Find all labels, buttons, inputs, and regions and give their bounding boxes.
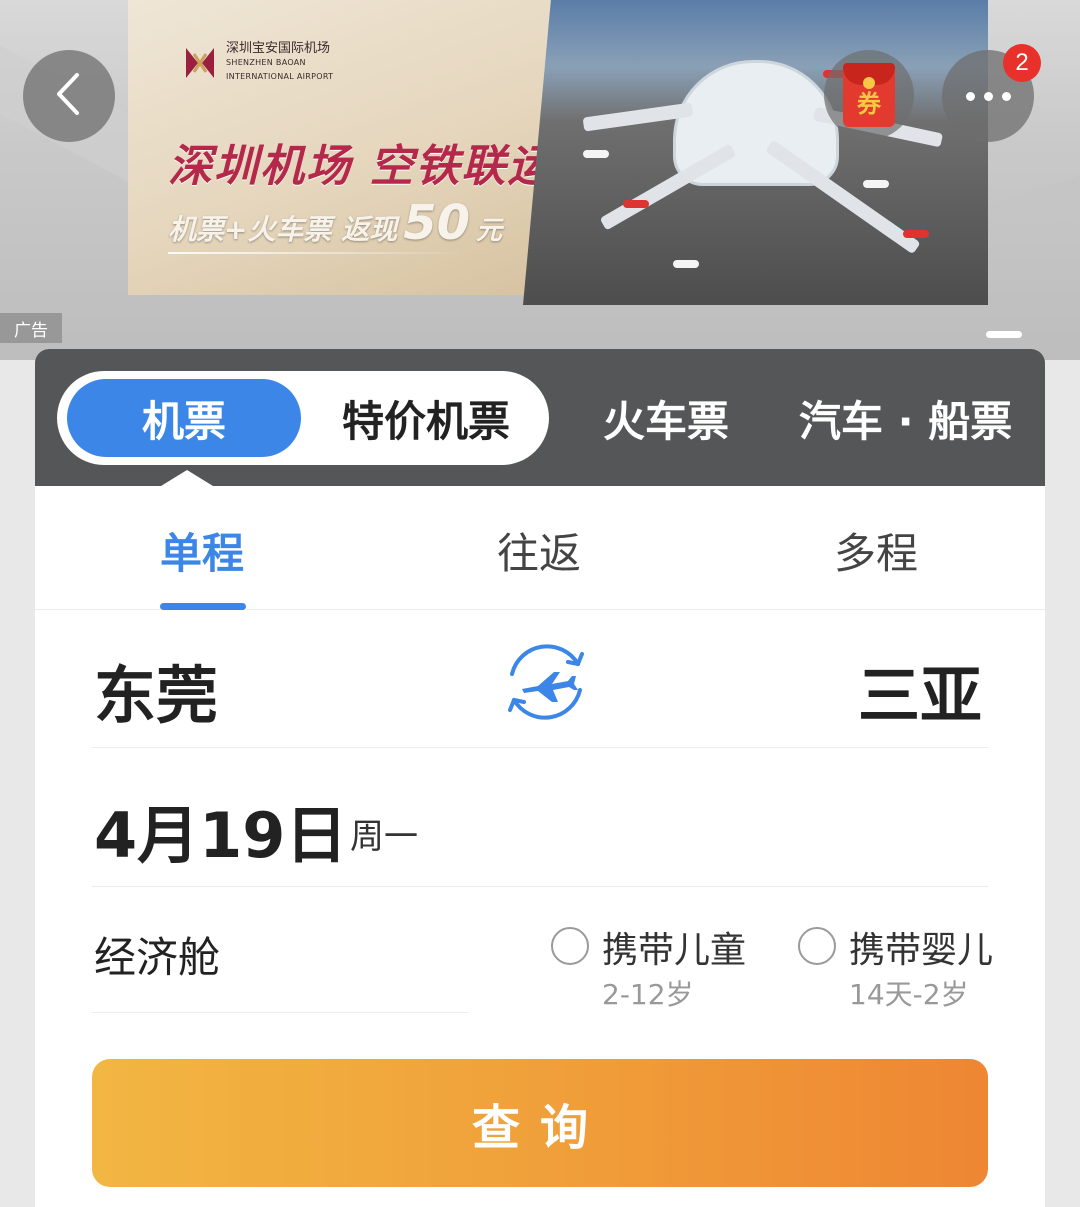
cabin-class-value: 经济舱	[94, 933, 221, 982]
search-button[interactable]: 查询	[92, 1059, 988, 1187]
infant-age-range: 14天-2岁	[849, 978, 969, 1011]
active-tab-underline	[160, 603, 246, 610]
child-age-range: 2-12岁	[602, 978, 694, 1011]
more-dots-icon	[1001, 91, 1011, 101]
terminal-pier	[599, 143, 737, 231]
arrival-city[interactable]: 三亚	[858, 645, 982, 735]
terminal-pier	[765, 139, 921, 255]
ad-subline: 机票+火车票 返现 50 元	[168, 195, 502, 251]
tab-round-trip[interactable]: 往返	[439, 520, 639, 581]
child-label: 携带儿童	[602, 930, 747, 971]
airplane	[673, 260, 699, 268]
coupon-button[interactable]: 券	[824, 50, 914, 140]
more-dots-icon	[965, 91, 975, 101]
active-tab-pointer	[161, 470, 213, 486]
red-envelope-icon: 券	[843, 63, 895, 127]
airplane	[863, 180, 889, 188]
tab-multi-city[interactable]: 多程	[776, 520, 976, 581]
tab-one-way[interactable]: 单程	[102, 520, 302, 581]
airport-logo: 深圳宝安国际机场 SHENZHEN BAOAN INTERNATIONAL AI…	[182, 42, 333, 84]
carousel-indicator	[986, 331, 1022, 338]
ad-sub-amount: 50	[403, 195, 471, 251]
child-radio[interactable]	[551, 927, 589, 965]
trip-type-tabs: 单程 往返 多程	[35, 486, 1045, 610]
airplane	[903, 230, 929, 238]
ad-text-panel: 深圳宝安国际机场 SHENZHEN BAOAN INTERNATIONAL AI…	[128, 0, 558, 295]
more-dots-icon	[983, 91, 993, 101]
infant-label: 携带婴儿	[849, 930, 994, 971]
date-row[interactable]: 4月19日 周一	[92, 747, 988, 887]
plane-swap-icon[interactable]	[498, 634, 594, 730]
airport-photo	[523, 0, 988, 305]
ad-sub-prefix: 机票+火车票 返现	[168, 213, 398, 246]
tab-train[interactable]: 火车票	[603, 371, 729, 465]
airplane	[623, 200, 649, 208]
cabin-class-selector[interactable]: 经济舱	[92, 886, 468, 1013]
tab-bus-ship[interactable]: 汽车 · 船票	[799, 371, 1012, 465]
ad-divider	[168, 252, 468, 254]
tab-discount-flight[interactable]: 特价机票	[311, 379, 541, 457]
airport-name-en-2: INTERNATIONAL AIRPORT	[226, 72, 334, 81]
ad-banner[interactable]: 深圳宝安国际机场 SHENZHEN BAOAN INTERNATIONAL AI…	[0, 0, 1080, 360]
airport-logo-icon	[182, 44, 218, 82]
notification-badge: 2	[1003, 44, 1041, 82]
airplane	[583, 150, 609, 158]
departure-weekday: 周一	[350, 817, 418, 857]
route-row: 东莞 三亚	[92, 610, 988, 748]
ad-label: 广告	[0, 313, 62, 343]
tab-flight[interactable]: 机票	[67, 379, 301, 457]
infant-radio[interactable]	[798, 927, 836, 965]
back-button[interactable]	[23, 50, 115, 142]
departure-date[interactable]: 4月19日	[94, 785, 347, 875]
ad-card[interactable]: 深圳宝安国际机场 SHENZHEN BAOAN INTERNATIONAL AI…	[128, 0, 988, 305]
booking-card: 机票 特价机票 火车票 汽车 · 船票 单程 往返 多程 东莞 三亚 4月19日…	[35, 349, 1045, 1207]
flight-segmented-control: 机票 特价机票	[57, 371, 549, 465]
product-tabs: 机票 特价机票 火车票 汽车 · 船票	[35, 349, 1045, 486]
departure-city[interactable]: 东莞	[94, 645, 218, 735]
chevron-left-icon	[49, 69, 89, 123]
coupon-label: 券	[857, 90, 881, 118]
airport-name-en: SHENZHEN BAOAN	[226, 58, 306, 67]
airport-name-cn: 深圳宝安国际机场	[226, 41, 331, 56]
ad-headline: 深圳机场 空铁联运	[168, 141, 554, 192]
ad-sub-unit: 元	[476, 216, 503, 246]
